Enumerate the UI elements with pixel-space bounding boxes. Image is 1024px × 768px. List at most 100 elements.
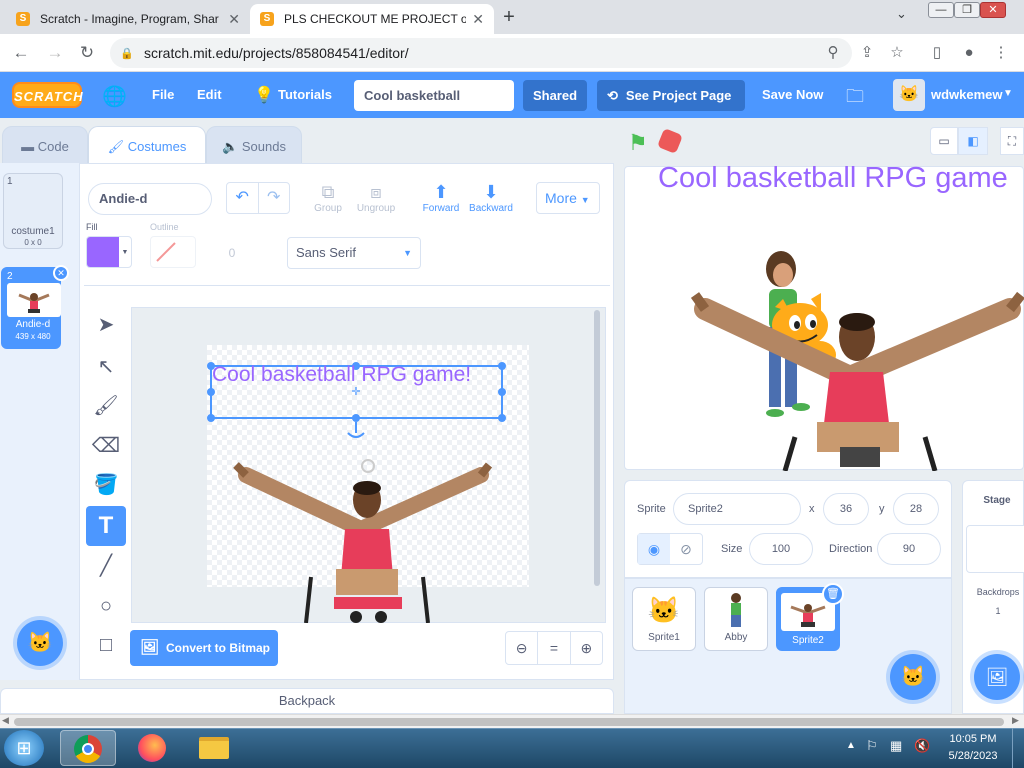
url-field[interactable]: 🔒 scratch.mit.edu/projects/858084541/edi… xyxy=(110,38,852,68)
share-icon[interactable]: ⇪ xyxy=(856,42,878,64)
back-arrow-icon[interactable]: ← xyxy=(10,42,32,64)
clock-date[interactable]: 5/28/2023 xyxy=(942,750,1004,762)
forward-button[interactable]: ⬆ Forward xyxy=(420,182,462,214)
forward-arrow-icon[interactable]: → xyxy=(44,42,66,64)
username-menu[interactable]: wdwkemew xyxy=(931,72,1003,118)
new-tab-button[interactable]: + xyxy=(498,6,520,28)
tab-sounds[interactable]: 🔈 Sounds xyxy=(206,126,302,164)
group-button[interactable]: ⧉ Group xyxy=(310,182,346,214)
browser-tab-project[interactable]: S PLS CHECKOUT ME PROJECT on ✕ xyxy=(250,4,494,34)
convert-to-bitmap-button[interactable]: 🖼 Convert to Bitmap xyxy=(130,630,278,666)
ungroup-button[interactable]: ⧈ Ungroup xyxy=(355,182,397,214)
reshape-tool[interactable]: ↖ xyxy=(86,347,126,387)
see-project-page-button[interactable]: ⟲ See Project Page xyxy=(597,80,745,111)
user-avatar[interactable]: 🐱 xyxy=(893,79,925,111)
costume-name-input[interactable]: Andie-d xyxy=(88,183,212,215)
costume-item[interactable]: 2 Andie-d 439 x 480 ✕ xyxy=(1,265,69,349)
sidepanel-icon[interactable]: ▯ xyxy=(926,42,948,64)
project-title-input[interactable]: Cool basketball xyxy=(354,80,514,111)
scratch-logo[interactable]: SCRATCH xyxy=(12,82,83,108)
backward-button[interactable]: ⬇ Backward xyxy=(468,182,514,214)
brush-tool[interactable]: 🖌 xyxy=(86,386,126,426)
save-now-button[interactable]: Save Now xyxy=(762,72,823,118)
close-icon[interactable]: ✕ xyxy=(472,11,484,28)
fullscreen-icon[interactable]: ⛶ xyxy=(1000,127,1024,155)
text-tool[interactable]: T xyxy=(86,506,126,546)
direction-input[interactable]: 90 xyxy=(877,533,941,565)
flag-tray-icon[interactable]: ⚐ xyxy=(866,738,878,754)
tray-arrow-icon[interactable]: ▲ xyxy=(846,740,856,751)
fill-color-picker[interactable]: ▼ xyxy=(86,236,132,268)
outline-color-picker[interactable] xyxy=(150,236,196,268)
trash-icon[interactable]: 🗑 xyxy=(822,583,844,605)
caret-down-icon[interactable]: ▼ xyxy=(1003,88,1013,99)
backpack[interactable]: Backpack xyxy=(0,688,614,714)
sprite-tile[interactable]: Abby xyxy=(704,587,768,651)
size-input[interactable]: 100 xyxy=(749,533,813,565)
tab-costumes[interactable]: 🖌 Costumes xyxy=(88,126,206,164)
more-button[interactable]: More ▼ xyxy=(536,182,600,214)
x-input[interactable]: 36 xyxy=(823,493,869,525)
costume-item[interactable]: 1 costume1 0 x 0 xyxy=(3,173,63,249)
zoom-reset-button[interactable]: = xyxy=(538,632,571,664)
reload-icon[interactable]: ↻ xyxy=(76,42,98,64)
font-select[interactable]: Sans Serif ▼ xyxy=(287,237,421,269)
chevron-down-icon[interactable]: ⌄ xyxy=(896,6,914,22)
scroll-left-icon[interactable]: ◀ xyxy=(2,715,9,726)
stage[interactable] xyxy=(624,166,1024,472)
volume-tray-icon[interactable]: 🔇 xyxy=(914,738,930,754)
globe-icon[interactable]: 🌐 xyxy=(102,84,127,109)
eraser-tool[interactable]: ⌫ xyxy=(86,426,126,466)
folder-icon[interactable]: 🗀 xyxy=(846,84,864,114)
line-tool[interactable]: ╱ xyxy=(86,546,126,586)
sprite-tile[interactable]: 🐱 Sprite1 xyxy=(632,587,696,651)
choose-backdrop-button[interactable]: 🖼 xyxy=(974,654,1020,700)
star-icon[interactable]: ☆ xyxy=(886,42,908,64)
eye-hidden-icon[interactable]: ⊘ xyxy=(670,534,702,564)
fill-tool[interactable]: 🪣 xyxy=(86,465,126,505)
sprite-tile[interactable]: Sprite2 🗑 xyxy=(776,583,844,651)
circle-tool[interactable]: ○ xyxy=(86,586,126,626)
file-menu[interactable]: File xyxy=(152,72,174,118)
eye-icon[interactable]: ◉ xyxy=(638,534,670,564)
outline-width-input[interactable]: 0 xyxy=(204,238,260,268)
rectangle-tool[interactable]: □ xyxy=(86,625,126,665)
browser-tab-scratch[interactable]: S Scratch - Imagine, Program, Shar ✕ xyxy=(6,4,250,34)
shared-button[interactable]: Shared xyxy=(523,80,587,111)
delete-costume-icon[interactable]: ✕ xyxy=(53,265,69,281)
undo-icon[interactable]: ↶ xyxy=(227,183,259,213)
profile-icon[interactable]: ● xyxy=(958,42,980,64)
chrome-taskbar-button[interactable] xyxy=(60,730,116,766)
small-stage-icon[interactable]: ▭ xyxy=(930,127,958,155)
tutorials-menu[interactable]: Tutorials xyxy=(278,72,332,118)
choose-costume-button[interactable]: 🐱 xyxy=(17,620,63,666)
firefox-taskbar-button[interactable] xyxy=(124,730,180,766)
clock-time[interactable]: 10:05 PM xyxy=(942,733,1004,745)
large-stage-icon[interactable]: ◧ xyxy=(958,127,988,155)
explorer-taskbar-button[interactable] xyxy=(186,730,242,766)
y-input[interactable]: 28 xyxy=(893,493,939,525)
zoom-icon[interactable]: ⚲ xyxy=(822,42,844,64)
scrollbar-thumb[interactable] xyxy=(14,718,1004,726)
green-flag-icon[interactable]: ⚑ xyxy=(628,130,648,156)
edit-menu[interactable]: Edit xyxy=(197,72,222,118)
kebab-menu-icon[interactable]: ⋮ xyxy=(990,42,1012,64)
stop-icon[interactable] xyxy=(656,127,684,155)
restore-button[interactable]: ❐ xyxy=(954,2,980,18)
scroll-right-icon[interactable]: ▶ xyxy=(1012,715,1019,726)
canvas-scrollbar[interactable] xyxy=(594,310,600,586)
network-tray-icon[interactable]: ▦ xyxy=(890,738,902,754)
page-horizontal-scrollbar[interactable]: ◀ ▶ xyxy=(0,714,1024,728)
start-button[interactable]: ⊞ xyxy=(4,730,44,766)
window-close-button[interactable]: ✕ xyxy=(980,2,1006,18)
tab-code[interactable]: ▬ Code xyxy=(2,126,88,164)
canvas-text[interactable]: Cool basketball RPG game! xyxy=(212,363,471,387)
show-desktop-button[interactable] xyxy=(1012,728,1024,768)
select-tool[interactable]: ➤ xyxy=(86,305,126,345)
zoom-out-icon[interactable]: ⊖ xyxy=(506,632,539,664)
redo-icon[interactable]: ↷ xyxy=(259,183,290,213)
minimize-button[interactable]: — xyxy=(928,2,954,18)
sprite-name-input[interactable]: Sprite2 xyxy=(673,493,801,525)
choose-sprite-button[interactable]: 🐱 xyxy=(890,654,936,700)
zoom-in-icon[interactable]: ⊕ xyxy=(571,632,602,664)
